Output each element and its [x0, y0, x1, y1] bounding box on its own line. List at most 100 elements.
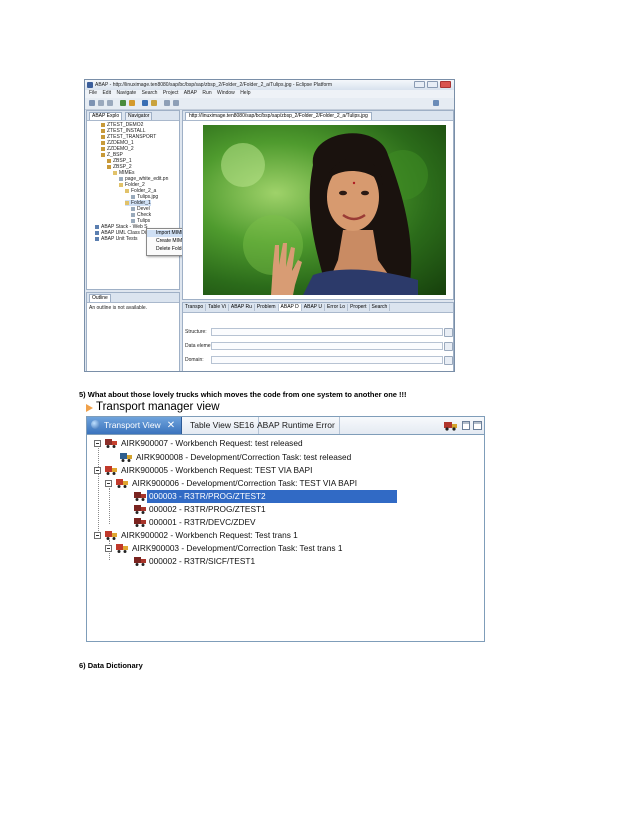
print-icon[interactable] — [107, 100, 113, 106]
transport-task-label: AIRK900008 - Development/Correction Task… — [136, 452, 352, 462]
transport-tab-bar: Transport View ✕ Table View SE16 ABAP Run… — [87, 417, 484, 435]
eclipse-window-title: ABAP - http://linuximage.ten8080/sap/bc/… — [95, 82, 333, 88]
domain-field[interactable] — [211, 356, 443, 364]
eclipse-app-icon — [87, 82, 93, 88]
menu-run[interactable]: Run — [202, 90, 211, 96]
workbench-truck-icon — [105, 439, 117, 448]
workbench-truck-icon — [105, 531, 117, 540]
task-truck-icon — [116, 479, 128, 488]
collapse-toggle-icon[interactable] — [105, 545, 112, 552]
run-icon[interactable] — [120, 100, 126, 106]
tab-transport-view[interactable]: Transport View ✕ — [87, 417, 182, 434]
transport-request-label: AIRK900007 - Workbench Request: test rel… — [121, 438, 303, 448]
outline-message: An outline is not available. — [89, 305, 148, 311]
perspective-icon[interactable] — [433, 100, 439, 106]
search-icon[interactable] — [142, 100, 148, 106]
tree-row-request[interactable]: AIRK900005 - Workbench Request: TEST VIA… — [87, 464, 482, 477]
structure-field[interactable] — [211, 328, 443, 336]
arrow-bullet-icon — [86, 404, 93, 412]
maximize-view-icon[interactable] — [473, 421, 482, 430]
transport-manager-title: Transport manager view — [96, 401, 220, 413]
domain-value-help-button[interactable] — [444, 356, 453, 365]
tree-row-request[interactable]: AIRK900002 - Workbench Request: Test tra… — [87, 529, 482, 542]
tab-problems[interactable]: Problem — [255, 304, 279, 311]
tab-abap-runtime[interactable]: ABAP Ru — [229, 304, 255, 311]
structure-value-help-button[interactable] — [444, 328, 453, 337]
menu-search[interactable]: Search — [142, 90, 158, 96]
transport-object-label-selected: 000003 - R3TR/PROG/ZTEST2 — [147, 490, 397, 503]
menu-edit[interactable]: Edit — [102, 90, 111, 96]
object-truck-icon — [134, 518, 146, 527]
back-icon[interactable] — [164, 100, 170, 106]
menu-abap[interactable]: ABAP — [184, 90, 197, 96]
structure-label: Structure: — [185, 329, 207, 335]
task-truck-icon — [120, 453, 132, 462]
task-truck-icon — [116, 544, 128, 553]
forward-icon[interactable] — [173, 100, 179, 106]
tab-properties[interactable]: Propert — [348, 304, 370, 311]
new-icon[interactable] — [89, 100, 95, 106]
menu-file[interactable]: File — [89, 90, 97, 96]
menu-window[interactable]: Window — [217, 90, 235, 96]
bottom-tabs: Transpo Table Vi ABAP Ru Problem ABAP D ABAP … — [183, 303, 453, 313]
editor-tab-tulips[interactable]: http://linuximage.ten8080/sap/bc/bsp/sap… — [185, 112, 372, 120]
transport-request-label: AIRK900002 - Workbench Request: Test tra… — [121, 530, 298, 540]
tab-table-view-se16[interactable]: Table View SE16 — [182, 417, 260, 434]
tab-abap-runtime-error[interactable]: ABAP Runtime Error — [253, 417, 340, 434]
tab-navigator[interactable]: Navigator — [125, 112, 153, 120]
collapse-toggle-icon[interactable] — [105, 480, 112, 487]
editor-tabs: http://linuximage.ten8080/sap/bc/bsp/sap… — [183, 111, 453, 121]
data-element-value-help-button[interactable] — [444, 342, 453, 351]
tree-item[interactable]: ABAP Unit Tests — [95, 236, 138, 242]
collapse-toggle-icon[interactable] — [94, 440, 101, 447]
minimize-icon[interactable] — [414, 81, 425, 88]
portrait-photo — [203, 125, 446, 295]
menu-navigate[interactable]: Navigate — [116, 90, 136, 96]
transport-task-label: AIRK900006 - Development/Correction Task… — [132, 478, 358, 488]
domain-label: Domain: — [185, 357, 204, 363]
tree-row-object[interactable]: 000001 - R3TR/DEVC/ZDEV — [87, 516, 482, 529]
tab-table-view[interactable]: Table Vi — [206, 304, 229, 311]
menu-project[interactable]: Project — [163, 90, 179, 96]
tree-row-object[interactable]: 000002 - R3TR/SICF/TEST1 — [87, 555, 482, 568]
collapse-toggle-icon[interactable] — [94, 467, 101, 474]
maximize-icon[interactable] — [427, 81, 438, 88]
debug-icon[interactable] — [129, 100, 135, 106]
tree-row-task[interactable]: AIRK900003 - Development/Correction Task… — [87, 542, 482, 555]
tab-outline[interactable]: Outline — [89, 294, 111, 302]
close-tab-icon[interactable]: ✕ — [167, 418, 175, 434]
transport-manager-panel: Transport View ✕ Table View SE16 ABAP Run… — [86, 416, 485, 642]
tab-search[interactable]: Search — [370, 304, 391, 311]
bottom-panel: Transpo Table Vi ABAP Ru Problem ABAP D ABAP … — [182, 302, 454, 371]
save-icon[interactable] — [98, 100, 104, 106]
portrait-image — [221, 133, 428, 295]
object-truck-icon — [134, 557, 146, 566]
workbench-truck-icon — [105, 466, 117, 475]
eclipse-menu-bar: File Edit Navigate Search Project ABAP R… — [85, 90, 454, 98]
project-explorer: ABAP Explo Navigator ZTEST_DEMO2 ZTEST_I… — [86, 110, 180, 290]
transport-task-label: AIRK900003 - Development/Correction Task… — [132, 543, 343, 553]
tab-abap-unit[interactable]: ABAP U — [302, 304, 326, 311]
tree-row-request[interactable]: AIRK900007 - Workbench Request: test rel… — [87, 437, 482, 450]
tab-abap-explorer[interactable]: ABAP Explo — [89, 112, 123, 120]
section-heading-data-dictionary: 6) Data Dictionary — [79, 661, 143, 670]
tab-transport[interactable]: Transpo — [183, 304, 207, 311]
collapse-toggle-icon[interactable] — [94, 532, 101, 539]
tab-error-log[interactable]: Error Lo — [325, 304, 349, 311]
tree-row-task[interactable]: AIRK900006 - Development/Correction Task… — [87, 477, 482, 490]
globe-icon — [91, 420, 100, 429]
outline-panel: Outline An outline is not available. — [86, 292, 180, 371]
tree-row-object[interactable]: 000003 - R3TR/PROG/ZTEST2 — [87, 490, 482, 503]
close-icon[interactable] — [440, 81, 451, 88]
menu-help[interactable]: Help — [240, 90, 250, 96]
tree-row-object[interactable]: 000002 - R3TR/PROG/ZTEST1 — [87, 503, 482, 516]
folder-icon[interactable] — [151, 100, 157, 106]
data-element-field[interactable] — [211, 342, 443, 350]
transport-object-label: 000002 - R3TR/SICF/TEST1 — [149, 556, 256, 566]
tree-row-task[interactable]: AIRK900008 - Development/Correction Task… — [87, 451, 482, 464]
transport-truck-icon[interactable] — [444, 421, 458, 431]
tab-abap-dd[interactable]: ABAP D — [278, 304, 302, 311]
minimize-view-icon[interactable] — [462, 421, 470, 430]
eclipse-screenshot: ABAP - http://linuximage.ten8080/sap/bc/… — [84, 79, 455, 372]
explorer-tabs: ABAP Explo Navigator — [87, 111, 179, 121]
